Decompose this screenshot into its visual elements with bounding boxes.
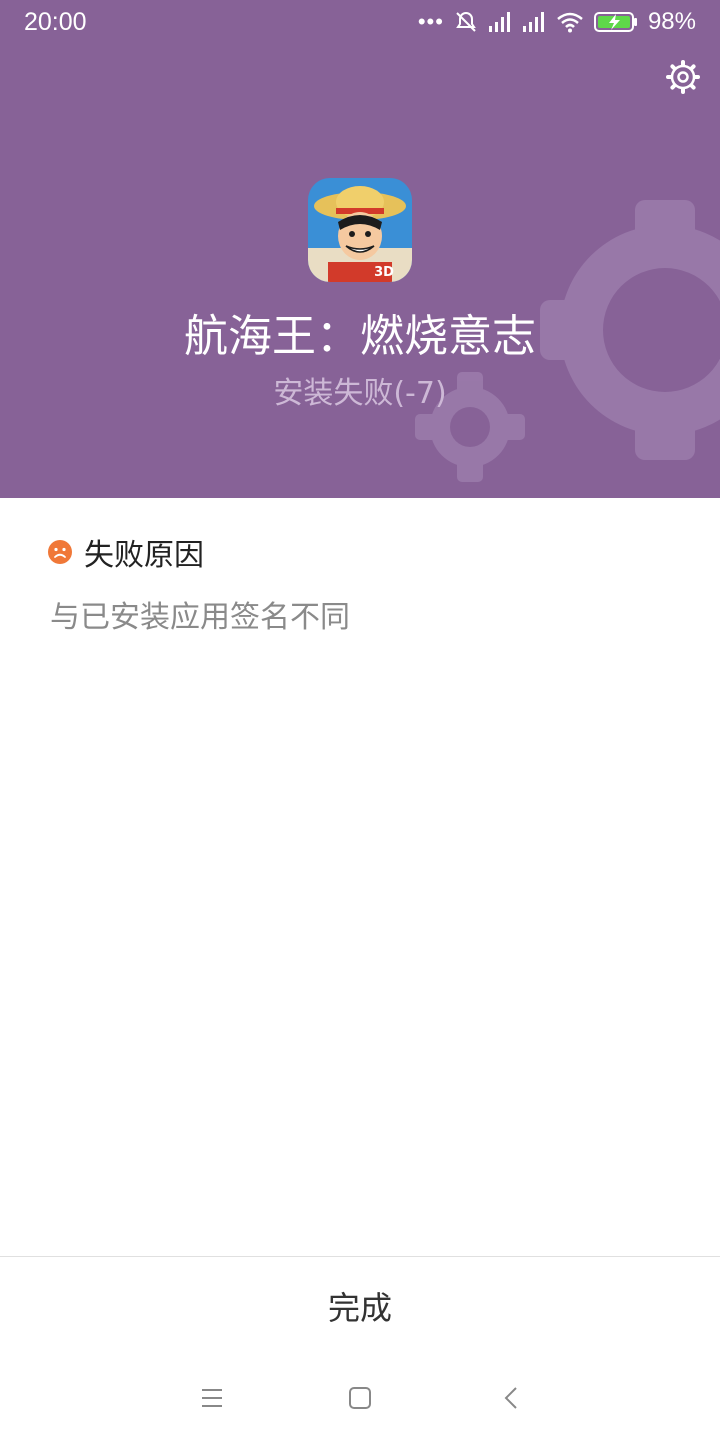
app-icon: 3D bbox=[308, 178, 412, 282]
battery-percent: 98% bbox=[647, 8, 696, 35]
icon-badge: 3D bbox=[374, 265, 394, 280]
alarm-off-icon bbox=[456, 11, 476, 32]
more-dots-icon: ••• bbox=[417, 9, 444, 34]
one-piece-luffy-icon: 3D bbox=[308, 178, 412, 282]
home-square-icon bbox=[349, 1387, 371, 1409]
back-nav-button[interactable] bbox=[488, 1374, 536, 1422]
wifi-icon bbox=[557, 12, 583, 33]
battery-charging-icon bbox=[593, 12, 637, 32]
navigation-bar bbox=[0, 1354, 720, 1440]
failure-reason-heading: 失败原因 bbox=[48, 530, 204, 574]
settings-gear-icon[interactable] bbox=[666, 60, 700, 94]
menu-nav-button[interactable] bbox=[188, 1374, 236, 1422]
install-header: 20:00 ••• 98% 3D 航海王：燃烧意志 安装失败(-7) bbox=[0, 0, 720, 498]
status-bar: 20:00 ••• 98% bbox=[0, 0, 720, 46]
failure-reason-text: 与已安装应用签名不同 bbox=[50, 600, 350, 635]
failure-heading-label: 失败原因 bbox=[84, 538, 204, 573]
app-name: 航海王：燃烧意志 bbox=[184, 311, 536, 362]
status-icons: ••• 98% bbox=[418, 8, 696, 36]
done-button-label: 完成 bbox=[327, 1289, 392, 1327]
signal-icon-2 bbox=[522, 12, 544, 32]
menu-icon bbox=[202, 1389, 222, 1407]
home-nav-button[interactable] bbox=[336, 1374, 384, 1422]
signal-icon-1 bbox=[488, 12, 510, 32]
sad-face-icon bbox=[48, 540, 72, 564]
back-chevron-icon bbox=[504, 1387, 517, 1409]
install-status: 安装失败(-7) bbox=[273, 376, 447, 411]
status-time: 20:00 bbox=[24, 8, 87, 36]
done-button[interactable]: 完成 bbox=[0, 1256, 720, 1356]
